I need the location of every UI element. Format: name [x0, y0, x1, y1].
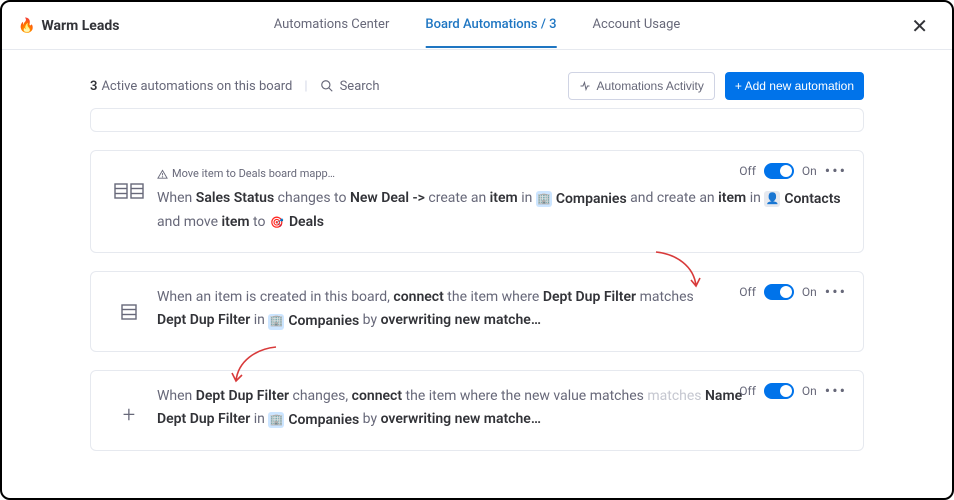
text: Dept Dup Filter	[196, 388, 289, 404]
board-chip-contacts: 👤Contacts	[764, 188, 840, 211]
toggle-on-label: On	[802, 285, 817, 299]
plus-icon: +	[123, 403, 135, 428]
text: in	[254, 411, 265, 427]
tab-board-automations[interactable]: Board Automations / 3	[425, 3, 556, 48]
text: the item where the new value matches	[406, 388, 644, 404]
text: item	[221, 214, 249, 230]
text: the item where	[447, 289, 539, 305]
card-controls: Off On •••	[739, 161, 847, 180]
tab-account-usage[interactable]: Account Usage	[593, 3, 681, 48]
text: in	[254, 312, 265, 328]
toggle-on-label: On	[802, 384, 817, 398]
subheader: 3 Active automations on this board | Sea…	[2, 50, 952, 108]
toggle-off-label: Off	[739, 384, 756, 398]
search-label: Search	[340, 79, 380, 94]
topbar: 🔥 Warm Leads Automations Center Board Au…	[2, 2, 952, 50]
text: connect	[393, 289, 443, 305]
text: to	[253, 214, 265, 230]
card-controls: Off On •••	[739, 381, 847, 400]
separator: |	[304, 79, 307, 94]
cardtype-icon	[114, 183, 144, 199]
card-gutter: +	[109, 385, 149, 428]
text-faded: matches	[647, 388, 701, 404]
automations-activity-button[interactable]: Automations Activity	[568, 72, 715, 100]
text: item	[718, 190, 746, 206]
activity-label: Automations Activity	[597, 79, 704, 93]
tab-automations-center[interactable]: Automations Center	[274, 3, 390, 48]
toggle-on-label: On	[802, 164, 817, 178]
text: Companies	[288, 310, 359, 333]
active-count-label: Active automations on this board	[101, 79, 292, 94]
card-menu-icon[interactable]: •••	[825, 381, 847, 400]
text: and move	[157, 214, 218, 230]
card-menu-icon[interactable]: •••	[825, 161, 847, 180]
automation-card[interactable]: Move item to Deals board mapp… When Sale…	[90, 150, 864, 253]
board-chip-companies: 🏢Companies	[268, 310, 359, 333]
text: and create an	[630, 190, 715, 206]
text: Name	[705, 388, 742, 404]
text: overwriting new matche…	[381, 411, 541, 427]
board-icon: 🏢	[268, 314, 284, 330]
search-icon	[320, 79, 334, 93]
text: New Deal ->	[350, 190, 425, 206]
text: matches	[640, 289, 694, 305]
fire-icon: 🔥	[18, 18, 35, 34]
text: create an	[428, 190, 486, 206]
toggle-off-label: Off	[739, 285, 756, 299]
close-icon[interactable]: ✕	[903, 10, 936, 42]
automation-card[interactable]: When an item is created in this board, c…	[90, 271, 864, 352]
board-icon: 🏢	[268, 412, 284, 428]
board-icon: 🏢	[536, 191, 552, 207]
text: in	[521, 190, 532, 206]
text: Contacts	[784, 188, 840, 211]
activity-icon	[579, 80, 591, 92]
board-icon: 🎯	[269, 215, 285, 231]
cardtype-icon	[121, 304, 137, 320]
text: When	[157, 388, 192, 404]
text: changes to	[278, 190, 347, 206]
active-count: 3	[90, 79, 97, 94]
tabs: Automations Center Board Automations / 3…	[274, 3, 681, 48]
text: by	[363, 411, 377, 427]
text: connect	[352, 388, 402, 404]
search-button[interactable]: Search	[320, 79, 380, 94]
board-chip-companies: 🏢Companies	[536, 188, 627, 211]
automation-card-truncated[interactable]	[90, 108, 864, 132]
toggle-off-label: Off	[739, 164, 756, 178]
text: When	[157, 190, 192, 206]
text: Sales Status	[196, 190, 274, 206]
text: changes,	[293, 388, 349, 404]
text: Deals	[289, 211, 324, 234]
board-chip-companies: 🏢Companies	[268, 409, 359, 432]
text: Companies	[288, 409, 359, 432]
text: Dept Dup Filter	[157, 411, 250, 427]
automation-toggle[interactable]	[764, 284, 794, 300]
card-gutter	[109, 165, 149, 199]
text: When an item is created in this board,	[157, 289, 390, 305]
text: in	[750, 190, 761, 206]
text: by	[363, 312, 377, 328]
board-title: 🔥 Warm Leads	[18, 18, 119, 34]
automation-toggle[interactable]	[764, 383, 794, 399]
automation-toggle[interactable]	[764, 163, 794, 179]
text: Dept Dup Filter	[543, 289, 636, 305]
text: Dept Dup Filter	[157, 312, 250, 328]
text: overwriting new matche…	[381, 312, 541, 328]
text: Companies	[556, 188, 627, 211]
warning-icon	[157, 169, 168, 180]
automation-list: Move item to Deals board mapp… When Sale…	[2, 108, 952, 471]
text: item	[490, 190, 518, 206]
card-controls: Off On •••	[739, 282, 847, 301]
card-menu-icon[interactable]: •••	[825, 282, 847, 301]
card-gutter	[109, 286, 149, 320]
automation-card[interactable]: + When Dept Dup Filter changes, connect …	[90, 370, 864, 451]
board-name: Warm Leads	[41, 18, 119, 34]
board-icon: 👤	[764, 191, 780, 207]
warning-text: Move item to Deals board mapp…	[172, 165, 335, 183]
add-automation-button[interactable]: + Add new automation	[725, 72, 864, 100]
board-chip-deals: 🎯Deals	[269, 211, 324, 234]
